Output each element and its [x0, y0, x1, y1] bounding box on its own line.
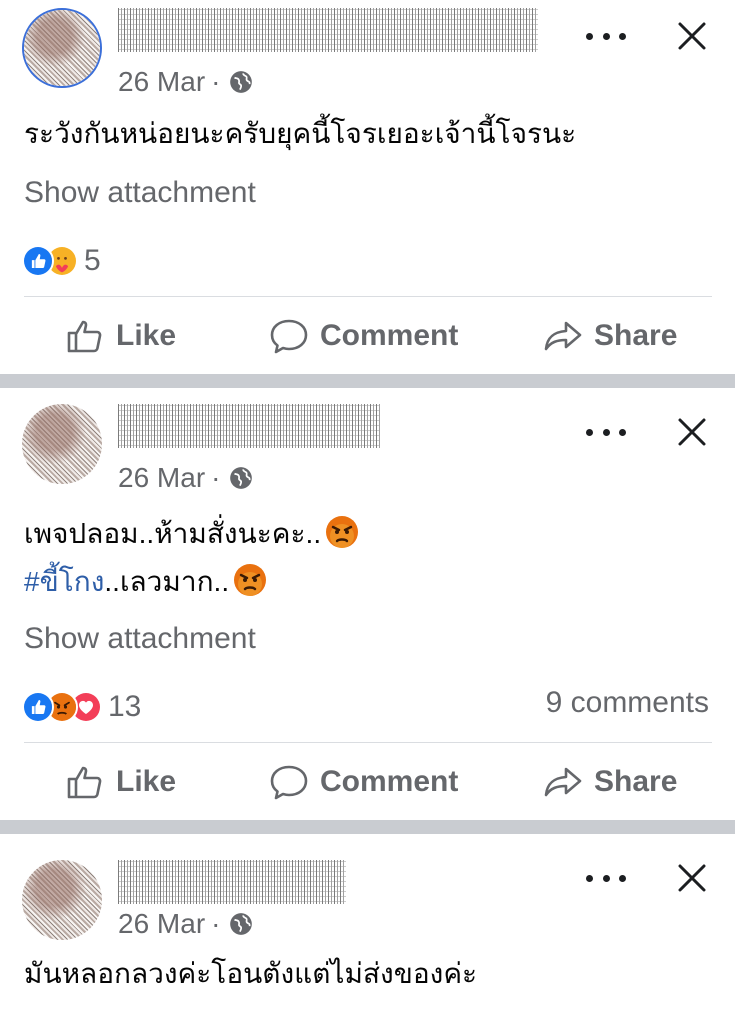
share-button[interactable]: Share: [542, 752, 677, 812]
post-meta: 26 Mar ·: [118, 66, 254, 98]
share-icon: [544, 767, 582, 797]
thumbs-up-icon: [67, 320, 102, 353]
show-attachment-link[interactable]: Show attachment: [24, 176, 256, 210]
more-options-icon[interactable]: [586, 868, 626, 888]
thumbs-up-icon: [67, 766, 102, 799]
divider: [24, 296, 712, 297]
comment-button[interactable]: Comment: [268, 752, 458, 812]
action-bar: Like Comment Share: [0, 752, 735, 812]
close-icon[interactable]: [674, 18, 710, 54]
post-1: 26 Mar · ระวังกันหน่อยนะครับยุคนี้โจรเยอ…: [0, 0, 735, 374]
reactions-summary[interactable]: 5: [22, 244, 101, 278]
like-button[interactable]: Like: [64, 306, 176, 366]
author-name-redacted[interactable]: [118, 8, 538, 52]
post-date[interactable]: 26 Mar: [118, 66, 205, 98]
post-text: ระวังกันหน่อยนะครับยุคนี้โจรเยอะเจ้านี้โ…: [24, 118, 577, 149]
globe-icon: [230, 467, 253, 489]
avatar[interactable]: [22, 860, 102, 940]
globe-icon: [230, 913, 253, 935]
post-separator: [0, 374, 735, 388]
post-3: 26 Mar · มันหลอกลวงค่ะโอนตังแต่ไม่ส่งของ…: [0, 834, 735, 1024]
author-name-redacted[interactable]: [118, 860, 346, 904]
post-meta: 26 Mar ·: [118, 462, 254, 494]
post-meta: 26 Mar ·: [118, 908, 254, 940]
angry-face-icon: [326, 516, 359, 548]
share-icon: [544, 321, 582, 351]
post-date[interactable]: 26 Mar: [118, 462, 205, 494]
avatar[interactable]: [22, 8, 102, 88]
avatar[interactable]: [22, 404, 102, 484]
post-date[interactable]: 26 Mar: [118, 908, 205, 940]
close-icon[interactable]: [674, 860, 710, 896]
like-icon: [22, 245, 54, 277]
like-button[interactable]: Like: [64, 752, 176, 812]
share-button[interactable]: Share: [542, 306, 677, 366]
angry-face-icon: [234, 564, 267, 596]
reactions-summary[interactable]: 13: [22, 690, 141, 724]
comment-icon: [270, 765, 308, 800]
post-separator: [0, 820, 735, 834]
hashtag-link[interactable]: #ขี้โกง: [24, 566, 104, 597]
action-bar: Like Comment Share: [0, 306, 735, 366]
author-name-redacted[interactable]: [118, 404, 380, 448]
show-attachment-link[interactable]: Show attachment: [24, 622, 256, 656]
comment-icon: [270, 319, 308, 354]
post-2: 26 Mar · เพจปลอม..ห้ามสั่งนะคะ.. #ขี้โกง…: [0, 388, 735, 820]
reaction-count: 13: [108, 690, 142, 723]
comments-count-link[interactable]: 9 comments: [546, 686, 709, 720]
divider: [24, 742, 712, 743]
more-options-icon[interactable]: [586, 422, 626, 442]
more-options-icon[interactable]: [586, 26, 626, 46]
post-text: เพจปลอม..ห้ามสั่งนะคะ.. #ขี้โกง..เลวมาก.…: [24, 510, 359, 606]
post-text: มันหลอกลวงค่ะโอนตังแต่ไม่ส่งของค่ะ: [24, 958, 478, 989]
comment-button[interactable]: Comment: [268, 306, 458, 366]
reaction-count: 5: [84, 244, 101, 277]
globe-icon: [230, 71, 253, 93]
like-icon: [22, 691, 54, 723]
close-icon[interactable]: [674, 414, 710, 450]
